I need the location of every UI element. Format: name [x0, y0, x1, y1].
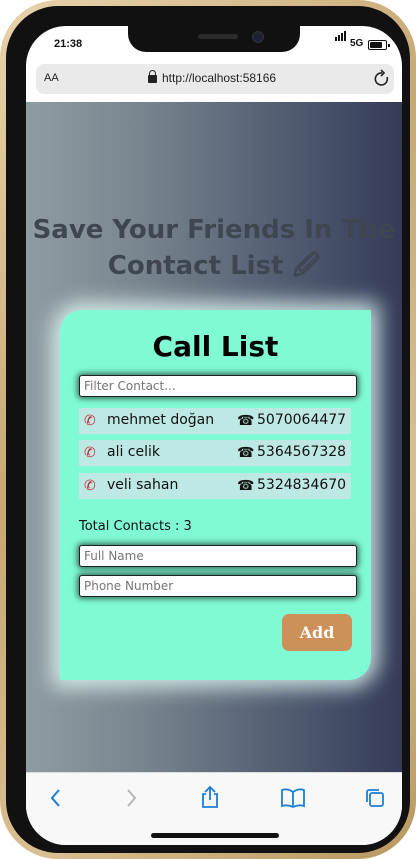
phone-receiver-icon: ✆: [84, 413, 96, 429]
phone-bezel: 21:38 5G AA http://localhost:58166 Save …: [6, 6, 410, 853]
reload-icon[interactable]: [373, 69, 391, 89]
telephone-icon: ☎: [237, 445, 255, 461]
phone-receiver-icon: ✆: [84, 478, 96, 494]
network-label: 5G: [350, 38, 364, 49]
forward-icon[interactable]: [123, 787, 139, 809]
share-icon[interactable]: [200, 785, 220, 809]
web-content: Save Your Friends In The Contact List 🖉 …: [26, 102, 402, 772]
full-name-input[interactable]: [79, 545, 357, 567]
phone-receiver-icon: ✆: [84, 445, 96, 461]
contact-row[interactable]: ✆ veli sahan ☎ 5324834670: [79, 473, 351, 499]
page-heading: Save Your Friends In The Contact List 🖉: [32, 215, 396, 281]
contact-phone: 5324834670: [257, 477, 347, 493]
lock-icon: [148, 70, 157, 83]
contact-row[interactable]: ✆ mehmet doğan ☎ 5070064477: [79, 408, 351, 434]
phone-screen: 21:38 5G AA http://localhost:58166 Save …: [26, 26, 402, 845]
contact-phone: 5364567328: [257, 444, 347, 460]
contact-name: mehmet doğan: [107, 412, 215, 428]
contact-row[interactable]: ✆ ali celik ☎ 5364567328: [79, 440, 351, 466]
filter-input[interactable]: [79, 375, 357, 397]
telephone-icon: ☎: [237, 478, 255, 494]
contact-name: veli sahan: [107, 477, 179, 493]
contact-phone: 5070064477: [257, 412, 347, 428]
url-text[interactable]: http://localhost:58166: [162, 71, 276, 85]
card-title: Call List: [152, 330, 279, 363]
add-button[interactable]: Add: [282, 614, 352, 651]
notch: [128, 26, 300, 52]
tabs-icon[interactable]: [364, 787, 386, 809]
battery-icon: [368, 40, 390, 50]
status-time: 21:38: [54, 38, 83, 50]
reader-settings-button[interactable]: AA: [44, 72, 59, 84]
back-icon[interactable]: [48, 787, 64, 809]
phone-frame: 21:38 5G AA http://localhost:58166 Save …: [0, 0, 416, 859]
bookmarks-icon[interactable]: [280, 788, 306, 808]
total-contacts: Total Contacts : 3: [79, 519, 192, 534]
call-list-card: Call List ✆ mehmet doğan ☎ 5070064477 ✆ …: [60, 310, 371, 680]
telephone-icon: ☎: [237, 413, 255, 429]
phone-number-input[interactable]: [79, 575, 357, 597]
address-bar[interactable]: AA http://localhost:58166: [36, 64, 394, 94]
home-indicator[interactable]: [151, 833, 279, 838]
contact-name: ali celik: [107, 444, 161, 460]
camera: [252, 31, 264, 43]
speaker: [198, 34, 238, 39]
